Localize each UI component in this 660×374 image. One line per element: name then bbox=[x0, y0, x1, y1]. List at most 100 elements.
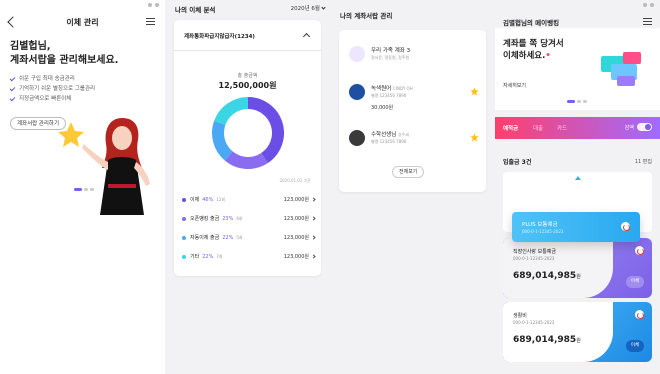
bank-logo-icon bbox=[635, 246, 644, 255]
legend-amount: 123,000원 bbox=[283, 216, 309, 222]
legend-count: 7회 bbox=[216, 253, 223, 259]
screen: 이체 관리 김별헙님, 계좌서랍을 관리해보세요. 쉬운 구입 최대 송금관리 … bbox=[0, 0, 660, 374]
balance-value: 689,014,985 bbox=[513, 335, 577, 345]
account-name: 수학선생님 bbox=[371, 132, 397, 138]
status-dots bbox=[148, 3, 159, 7]
bank-logo-icon bbox=[635, 310, 644, 319]
account-item[interactable]: 녹색원어 CINDY OH 별명 123456 7890 30,000원 bbox=[349, 82, 479, 112]
feature-item: 지정금액으로 빠른이체 bbox=[9, 94, 95, 104]
headline-line2: 계좌서랍을 관리해보세요. bbox=[10, 55, 119, 66]
balance-unit: 원 bbox=[576, 274, 581, 280]
account-card[interactable]: 생활비 000-0-1-12345-2023 689,014,985원 이체 bbox=[503, 302, 652, 362]
chevron-up-icon[interactable] bbox=[302, 32, 311, 41]
carousel-pager bbox=[74, 188, 94, 191]
pager-dot[interactable] bbox=[84, 188, 88, 191]
account-item[interactable]: 우리 가족 계좌 3 정서윤, 정동원, 정주원 bbox=[349, 44, 479, 74]
account-holder: CINDY OH bbox=[393, 86, 413, 91]
total-value: 12,500,000원 bbox=[218, 81, 277, 90]
account-name: 녹색원어 bbox=[371, 86, 392, 92]
donut-slice-2 bbox=[212, 120, 233, 161]
legend-pct: 22% bbox=[222, 234, 234, 241]
legend-count: 5회 bbox=[236, 234, 243, 240]
account-name-line: 수학선생님 승수씨 bbox=[371, 130, 409, 138]
pager-dot-active[interactable] bbox=[567, 100, 575, 103]
chart-legend: 이체 46% 12회 123,000원 오픈뱅킹 출금 23% 6회 123,000원 자동… bbox=[182, 190, 316, 266]
product-tabs: 예적금 대출 카드 감액 bbox=[495, 117, 660, 139]
details-link[interactable]: 자세히보기 bbox=[503, 82, 526, 89]
account-name: 우리 가족 계좌 3 bbox=[371, 48, 411, 54]
transfer-button[interactable]: 이체 bbox=[626, 340, 644, 352]
legend-dot bbox=[182, 197, 186, 202]
list-header: 입출금 3건 bbox=[503, 159, 532, 166]
pager-dot[interactable] bbox=[90, 188, 94, 191]
account-number: 000-0-1-12345-2023 bbox=[513, 320, 555, 325]
total-label: 총 출금액 bbox=[237, 73, 258, 79]
tab-savings[interactable]: 예적금 bbox=[503, 124, 518, 132]
status-dot bbox=[650, 3, 654, 7]
chevron-right-icon bbox=[311, 235, 316, 240]
legend-count: 12회 bbox=[216, 196, 226, 202]
date-label: 2020년 6월 bbox=[290, 6, 320, 12]
account-item[interactable]: 수학선생님 승수씨 별명 123456 7890 bbox=[349, 128, 479, 158]
feature-text: 기억하기 쉬운 별칭으로 그룹관리 bbox=[19, 86, 96, 92]
analysis-header: 나의 이체 분석 2020년 6월 bbox=[175, 2, 326, 16]
divider bbox=[174, 50, 321, 51]
legend-row[interactable]: 기타 22% 7회 123,000원 bbox=[182, 247, 316, 266]
feature-list: 쉬운 구입 최대 송금관리 기억하기 쉬운 별칭으로 그룹관리 지정금액으로 빠… bbox=[9, 74, 96, 104]
cards-illustration-icon bbox=[601, 52, 641, 86]
my-banking-screen: 김별헙님의 메이뱅킹 계좌를 쪽 당겨서 이체하세요.• 자세히보기 예적금 대… bbox=[495, 0, 660, 374]
legend-name: 자동이체 출금 bbox=[190, 235, 220, 241]
favorite-star-icon[interactable] bbox=[470, 87, 479, 96]
transfer-button[interactable]: 이체 bbox=[626, 276, 644, 288]
status-dots bbox=[643, 3, 654, 7]
account-number: 별명 123456 7890 bbox=[371, 139, 407, 144]
favorite-star-icon[interactable] bbox=[470, 133, 479, 142]
account-card[interactable]: 직장인사랑 보통예금 000-0-1-12345-2023 689,014,98… bbox=[503, 238, 652, 298]
tab-loans[interactable]: 대출 bbox=[533, 124, 543, 132]
account-number: 000-0-1-12345-2023 bbox=[522, 229, 564, 234]
page-title: 나의 계좌서랍 관리 bbox=[340, 12, 393, 20]
pager-dot[interactable] bbox=[583, 100, 587, 103]
dragged-account-card[interactable]: PLUS 보통예금 000-0-1-12345-2023 bbox=[512, 212, 640, 242]
date-selector[interactable]: 2020년 6월 bbox=[290, 4, 326, 12]
group-icon bbox=[349, 46, 365, 62]
triangle-up-icon bbox=[575, 176, 581, 180]
legend-amount: 123,000원 bbox=[283, 197, 309, 203]
chevron-right-icon bbox=[311, 216, 316, 221]
headline: 김별헙님, 계좌서랍을 관리해보세요. bbox=[10, 40, 160, 68]
promo-line2-wrap: 이체하세요.• bbox=[503, 50, 564, 62]
donut-slice-1 bbox=[224, 151, 268, 169]
legend-row[interactable]: 이체 46% 12회 123,000원 bbox=[182, 190, 316, 209]
card-face bbox=[503, 302, 613, 362]
legend-dot bbox=[182, 254, 186, 259]
account-number: 000-0-1-12345-2023 bbox=[513, 256, 555, 261]
account-balance: 689,014,985원 bbox=[513, 271, 581, 281]
tab-cards[interactable]: 카드 bbox=[557, 124, 567, 132]
woman-illustration-icon bbox=[82, 118, 150, 215]
filter-label: 감액 bbox=[624, 125, 634, 131]
account-holder: 승수씨 bbox=[398, 132, 410, 137]
analysis-card: 계좌통화파급지않급자(1234) 총 출금액 12,500,000원 2020.… bbox=[174, 20, 321, 276]
bank-logo-icon bbox=[349, 130, 365, 146]
page-title: 나의 이체 분석 bbox=[175, 6, 216, 14]
menu-icon[interactable] bbox=[146, 18, 155, 25]
as-of-date: 2020.01.01 기준 bbox=[279, 178, 311, 183]
legend-row[interactable]: 자동이체 출금 22% 5회 123,000원 bbox=[182, 228, 316, 247]
feature-item: 기억하기 쉬운 별칭으로 그룹관리 bbox=[9, 84, 96, 94]
legend-row[interactable]: 오픈뱅킹 출금 23% 6회 123,000원 bbox=[182, 209, 316, 228]
balance-value: 689,014,985 bbox=[513, 271, 577, 281]
check-icon bbox=[9, 85, 16, 91]
check-icon bbox=[9, 75, 16, 81]
pager-dot-active[interactable] bbox=[74, 188, 82, 191]
promo-line1: 계좌를 쪽 당겨서 bbox=[503, 39, 564, 49]
promo-line2: 이체하세요. bbox=[503, 51, 546, 61]
legend-amount: 123,000원 bbox=[283, 235, 309, 241]
drawer-card: 우리 가족 계좌 3 정서윤, 정동원, 정주원 녹색원어 CINDY OH 별… bbox=[339, 30, 486, 192]
edit-button[interactable]: 11 편집 bbox=[635, 158, 652, 165]
pager-dot[interactable] bbox=[577, 100, 581, 103]
legend-pct: 46% bbox=[202, 196, 214, 203]
menu-icon[interactable] bbox=[643, 18, 652, 25]
filter-toggle[interactable] bbox=[637, 123, 652, 131]
chevron-right-icon bbox=[311, 254, 316, 259]
view-all-button[interactable]: 전체보기 bbox=[392, 166, 425, 178]
